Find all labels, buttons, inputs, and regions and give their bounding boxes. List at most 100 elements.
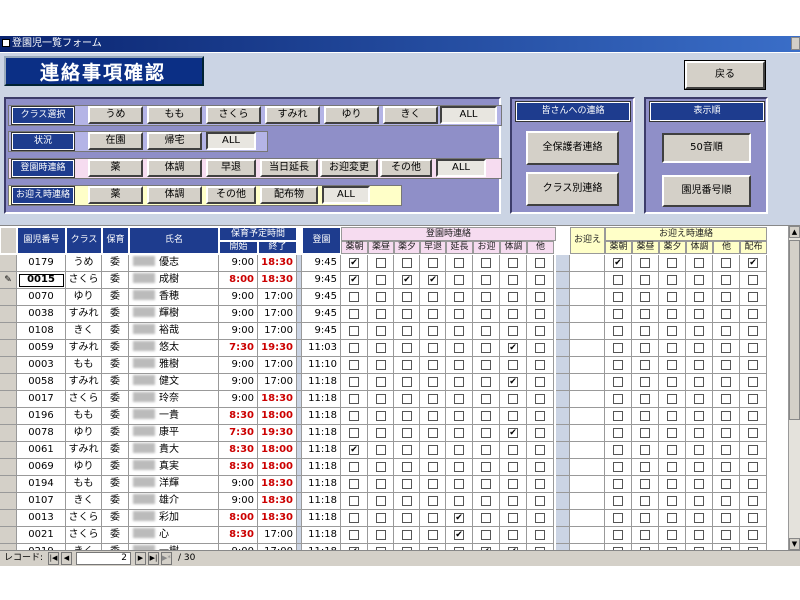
- checkbox[interactable]: [508, 479, 518, 489]
- checkbox[interactable]: [721, 411, 731, 421]
- checkbox[interactable]: [376, 496, 386, 506]
- checkbox[interactable]: [508, 258, 518, 268]
- cell-class[interactable]: すみれ: [66, 374, 102, 391]
- cell-pickup[interactable]: [570, 374, 605, 391]
- table-row[interactable]: 0069 ゆり委 真実 8:30 18:00 11:18: [0, 459, 790, 476]
- checkbox[interactable]: [349, 513, 359, 523]
- checkbox[interactable]: [613, 275, 623, 285]
- checkbox[interactable]: [748, 377, 758, 387]
- checkbox[interactable]: [428, 462, 438, 472]
- checkbox[interactable]: [508, 360, 518, 370]
- record-number-field[interactable]: 2: [76, 552, 131, 565]
- checkbox[interactable]: [613, 428, 623, 438]
- checkbox[interactable]: [454, 462, 464, 472]
- checkbox[interactable]: [640, 292, 650, 302]
- checkbox[interactable]: [376, 377, 386, 387]
- checkbox[interactable]: ✔: [402, 275, 412, 285]
- filter-status-option[interactable]: 在園: [88, 132, 143, 150]
- cell-end[interactable]: 17:00: [258, 527, 297, 544]
- checkbox[interactable]: [454, 326, 464, 336]
- table-row[interactable]: 0061 すみれ委 貴大 8:30 18:00 11:18 ✔: [0, 442, 790, 459]
- cell-pickup[interactable]: [570, 442, 605, 459]
- filter-arrival-notes-option[interactable]: お迎変更: [320, 159, 378, 177]
- checkbox[interactable]: [667, 445, 677, 455]
- cell-name[interactable]: 洋輝: [129, 476, 219, 493]
- close-button[interactable]: [791, 37, 800, 50]
- cell-class[interactable]: きく: [66, 323, 102, 340]
- checkbox[interactable]: [508, 326, 518, 336]
- row-selector[interactable]: [0, 527, 17, 544]
- cell-start[interactable]: 9:00: [219, 289, 258, 306]
- filter-arrival-notes-option[interactable]: 薬: [88, 159, 143, 177]
- checkbox[interactable]: [376, 462, 386, 472]
- checkbox[interactable]: [694, 309, 704, 319]
- checkbox[interactable]: [376, 258, 386, 268]
- checkbox[interactable]: [508, 275, 518, 285]
- cell-guardian[interactable]: 委: [102, 510, 129, 527]
- cell-id[interactable]: 0108: [17, 323, 66, 340]
- checkbox[interactable]: [535, 394, 545, 404]
- checkbox[interactable]: [454, 275, 464, 285]
- checkbox[interactable]: [349, 292, 359, 302]
- cell-arrival[interactable]: 11:18: [302, 527, 341, 544]
- checkbox[interactable]: [667, 479, 677, 489]
- cell-arrival[interactable]: 9:45: [302, 255, 341, 272]
- cell-end[interactable]: 19:30: [258, 425, 297, 442]
- checkbox[interactable]: [535, 513, 545, 523]
- checkbox[interactable]: [721, 292, 731, 302]
- checkbox[interactable]: [613, 462, 623, 472]
- filter-pickup-notes-option[interactable]: その他: [206, 186, 256, 204]
- checkbox[interactable]: [349, 428, 359, 438]
- cell-guardian[interactable]: 委: [102, 476, 129, 493]
- table-row[interactable]: 0013 さくら委 彩加 8:00 18:30 11:18 ✔: [0, 510, 790, 527]
- checkbox[interactable]: [721, 513, 731, 523]
- cell-name[interactable]: 真実: [129, 459, 219, 476]
- checkbox[interactable]: [481, 292, 491, 302]
- checkbox[interactable]: [748, 343, 758, 353]
- checkbox[interactable]: [454, 445, 464, 455]
- checkbox[interactable]: [481, 275, 491, 285]
- cell-start[interactable]: 8:00: [219, 510, 258, 527]
- checkbox[interactable]: [481, 394, 491, 404]
- checkbox[interactable]: [428, 326, 438, 336]
- cell-class[interactable]: さくら: [66, 272, 102, 289]
- checkbox[interactable]: ✔: [349, 275, 359, 285]
- checkbox[interactable]: [349, 411, 359, 421]
- filter-class-option[interactable]: すみれ: [265, 106, 320, 124]
- cell-start[interactable]: 8:30: [219, 442, 258, 459]
- checkbox[interactable]: [640, 445, 650, 455]
- checkbox[interactable]: [508, 530, 518, 540]
- checkbox[interactable]: ✔: [508, 343, 518, 353]
- checkbox[interactable]: [535, 479, 545, 489]
- table-row[interactable]: 0179 うめ委 優志 9:00 18:30 9:45 ✔ ✔ ✔: [0, 255, 790, 272]
- filter-class-option[interactable]: さくら: [206, 106, 261, 124]
- cell-id[interactable]: 0013: [17, 510, 66, 527]
- cell-pickup[interactable]: [570, 527, 605, 544]
- cell-end[interactable]: 18:00: [258, 442, 297, 459]
- checkbox[interactable]: [428, 445, 438, 455]
- cell-class[interactable]: うめ: [66, 255, 102, 272]
- cell-guardian[interactable]: 委: [102, 425, 129, 442]
- checkbox[interactable]: [721, 258, 731, 268]
- checkbox[interactable]: [508, 445, 518, 455]
- cell-guardian[interactable]: 委: [102, 323, 129, 340]
- checkbox[interactable]: [402, 377, 412, 387]
- checkbox[interactable]: [694, 326, 704, 336]
- checkbox[interactable]: [748, 394, 758, 404]
- checkbox[interactable]: [508, 292, 518, 302]
- checkbox[interactable]: [613, 343, 623, 353]
- checkbox[interactable]: [748, 309, 758, 319]
- checkbox[interactable]: [349, 479, 359, 489]
- cell-class[interactable]: すみれ: [66, 442, 102, 459]
- cell-pickup[interactable]: [570, 272, 605, 289]
- checkbox[interactable]: [481, 326, 491, 336]
- class-broadcast-button[interactable]: クラス別連絡: [526, 172, 619, 206]
- cell-id[interactable]: 0179: [17, 255, 66, 272]
- checkbox[interactable]: [535, 496, 545, 506]
- cell-arrival[interactable]: 11:18: [302, 374, 341, 391]
- checkbox[interactable]: [535, 462, 545, 472]
- cell-id[interactable]: 0038: [17, 306, 66, 323]
- checkbox[interactable]: [428, 394, 438, 404]
- cell-arrival[interactable]: 11:03: [302, 340, 341, 357]
- cell-pickup[interactable]: [570, 289, 605, 306]
